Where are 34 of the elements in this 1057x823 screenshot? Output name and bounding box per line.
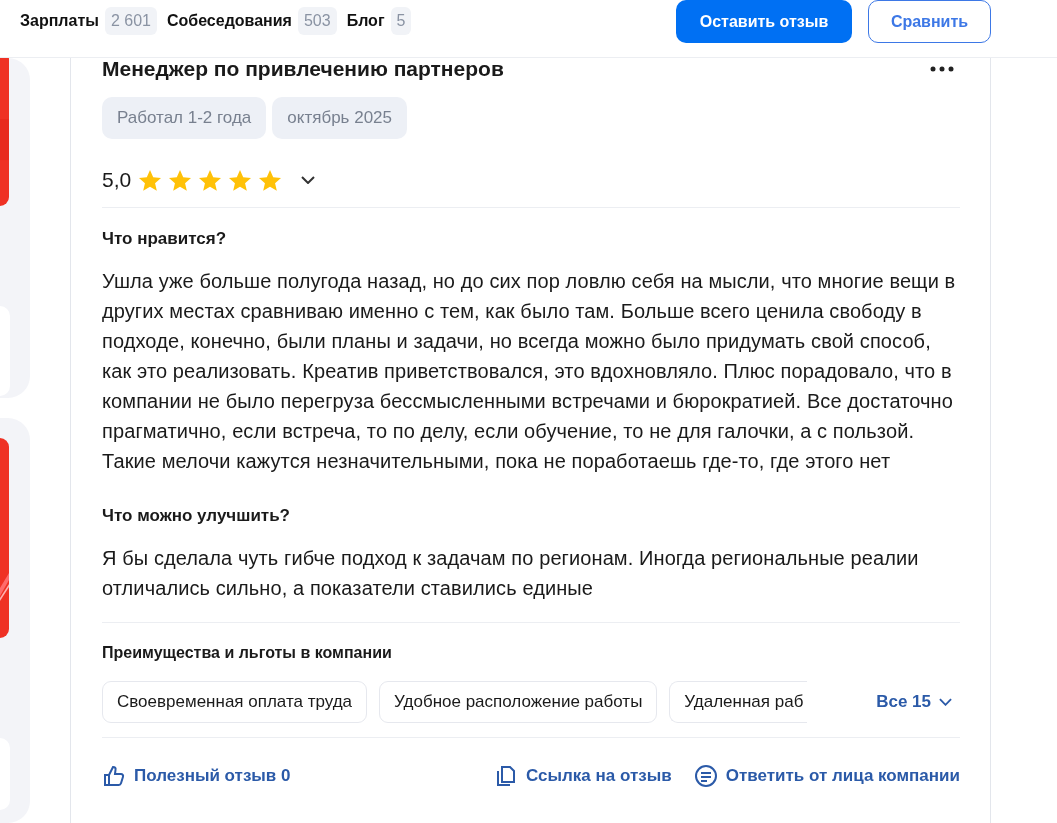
star-icon [229, 169, 252, 191]
benefits-heading: Преимущества и льготы в компании [102, 644, 393, 662]
thumbs-up-icon [102, 764, 126, 788]
review-text: Ушла уже больше полугода назад, но до сих пор ловлю себя на мысли, что многие вещи в других местах сравниваю именно с тем, как было там. Больше всего ценила свободу в подходе, конечно, были планы и задачи, но всегда можно было придумать свой способ, как это реализовать. Креатив приветствовался, это вдохновляло. Плюс порадовало, что в компании не было перегруза бессмысленными встречами и бюрократией. Все достаточно прагматично, если встреча, то по делу, если обучение, то не для галочки, а с пользой. Такие мелочи кажутся незначительными, пока не поработаешь где-то, где этого нет [102, 269, 957, 474]
benefit-chip: Удобное расположение работы [379, 681, 658, 723]
reply-link[interactable]: Ответить от лица компании [693, 764, 960, 788]
benefit-chip: Своевременная оплата труда [102, 681, 368, 723]
star-icon [139, 169, 162, 191]
chevron-icon[interactable] [301, 176, 316, 184]
star-icon [259, 169, 282, 191]
count-badge: 503 [297, 7, 337, 35]
tag: Работал 1-2 года [102, 97, 267, 139]
section-heading: Что можно улучшить? [102, 506, 291, 526]
star-icon [199, 169, 222, 191]
nav-link[interactable]: Зарплаты [20, 12, 99, 30]
nav-link[interactable]: Собеседования [166, 12, 292, 30]
count-badge: 5 [390, 7, 412, 35]
star-icon [169, 169, 192, 191]
helpful-link[interactable]: Полезный отзыв 0 [102, 764, 291, 788]
section-heading: Что нравится? [102, 229, 228, 249]
benefit-chip: Удаленная раб [669, 681, 808, 723]
message-icon [693, 764, 718, 788]
review-title: Менеджер по привлечению партнеров [102, 57, 504, 81]
show-all-button[interactable]: Все 15 [876, 692, 960, 712]
compare-button[interactable]: Сравнить [868, 0, 991, 43]
rating-value: 5,0 [102, 168, 132, 192]
review-text: Я бы сделала чуть гибче подход к задачам по регионам. Иногда региональные реалии отличались сильно, а показатели ставились единые [102, 546, 920, 601]
review-button[interactable]: Оставить отзыв [676, 0, 852, 43]
chevron-icon [939, 698, 952, 706]
more-icon[interactable] [930, 66, 954, 72]
tag: октябрь 2025 [272, 97, 407, 139]
nav-link[interactable]: Блог [346, 12, 385, 30]
count-badge: 2 601 [104, 7, 157, 35]
copy-link[interactable]: Ссылка на отзыв [494, 764, 672, 788]
